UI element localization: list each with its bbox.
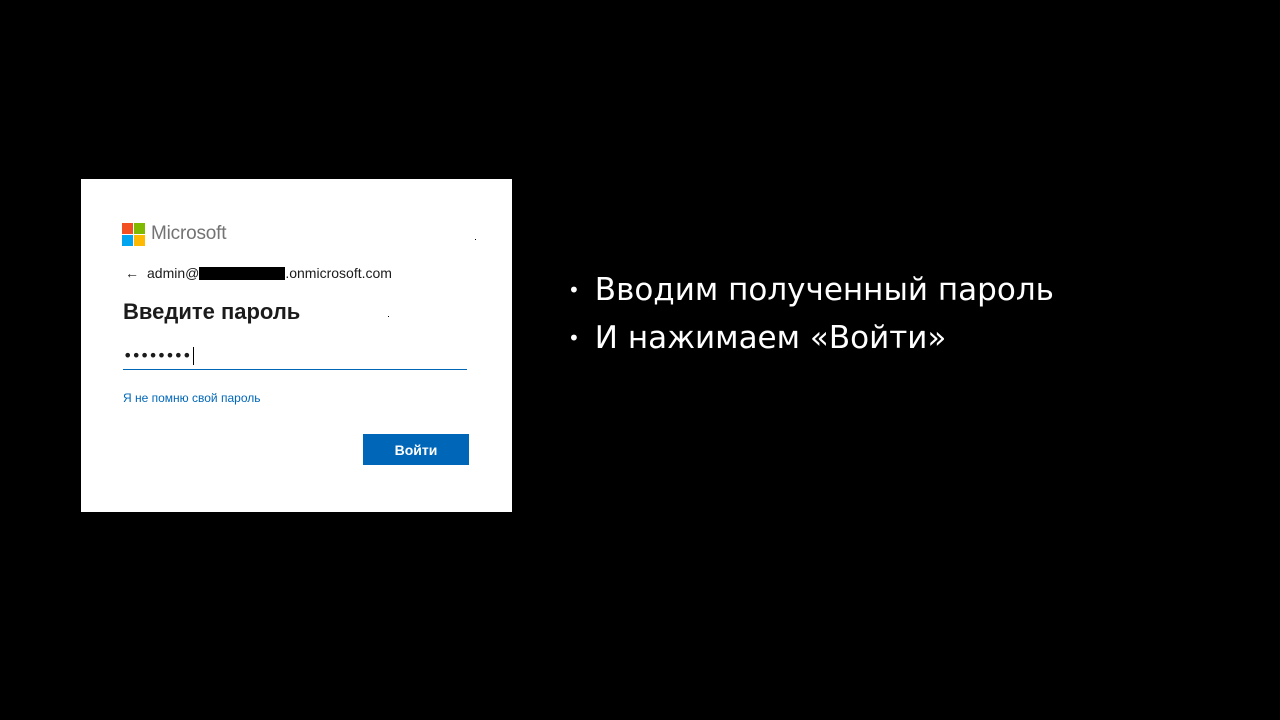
- page-title: Введите пароль: [123, 299, 301, 324]
- slide: Microsoft ← admin@ .onmicrosoft.com Введ…: [0, 0, 1280, 720]
- bullet-icon: •: [568, 278, 580, 302]
- instruction-item: • Вводим полученный пароль: [568, 266, 1054, 314]
- instructions-list: • Вводим полученный пароль • И нажимаем …: [568, 266, 1054, 362]
- identity-row: ← admin@ .onmicrosoft.com: [125, 265, 392, 281]
- email-prefix: admin@: [147, 265, 200, 281]
- bullet-icon: •: [568, 326, 580, 350]
- forgot-password-link[interactable]: Я не помню свой пароль: [123, 391, 260, 405]
- speck: [475, 239, 476, 240]
- speck: [388, 316, 389, 317]
- signin-button[interactable]: Войти: [363, 434, 469, 465]
- microsoft-logo-text: Microsoft: [151, 223, 227, 244]
- instruction-item: • И нажимаем «Войти»: [568, 314, 1054, 362]
- text-caret: [192, 346, 194, 365]
- password-field[interactable]: ••••••••: [123, 342, 467, 370]
- left-arrow-icon[interactable]: ←: [125, 265, 139, 281]
- email-suffix: .onmicrosoft.com: [285, 265, 392, 281]
- account-email: admin@ .onmicrosoft.com: [147, 265, 392, 281]
- instruction-text: И нажимаем «Войти»: [594, 320, 947, 356]
- instruction-text: Вводим полученный пароль: [594, 272, 1054, 308]
- microsoft-logo: Microsoft: [122, 222, 226, 246]
- redaction-bar: [199, 266, 286, 280]
- microsoft-logo-icon: [122, 222, 145, 246]
- password-value: ••••••••: [123, 346, 191, 365]
- signin-dialog: Microsoft ← admin@ .onmicrosoft.com Введ…: [81, 179, 512, 512]
